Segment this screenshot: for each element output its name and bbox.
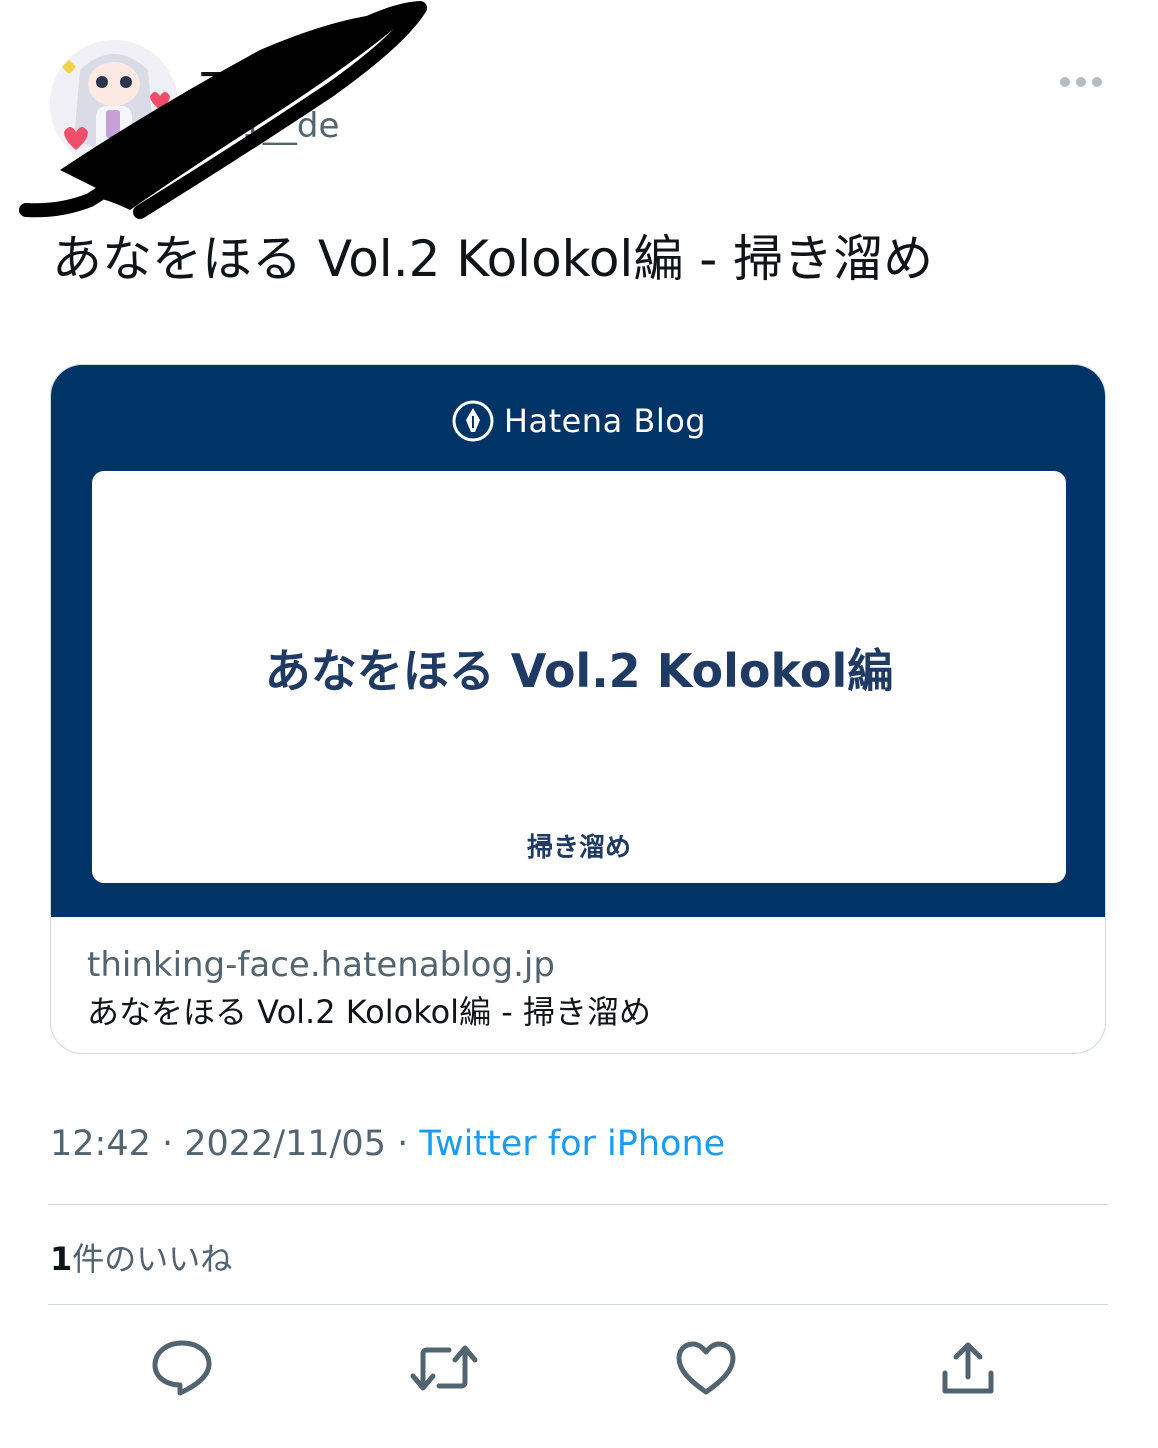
- like-button[interactable]: [670, 1332, 742, 1404]
- more-options-button[interactable]: [1050, 62, 1112, 102]
- divider: [48, 1204, 1108, 1205]
- share-button[interactable]: [932, 1332, 1004, 1404]
- more-icon: [1060, 77, 1102, 87]
- link-card[interactable]: Hatena Blog あなをほる Vol.2 Kolokol編 掃き溜め th…: [50, 364, 1106, 1054]
- likes-label: 件のいいね: [72, 1240, 233, 1278]
- retweet-button[interactable]: [408, 1332, 480, 1404]
- retweet-icon: [410, 1345, 478, 1391]
- preview-title: あなをほる Vol.2 Kolokol編: [264, 644, 894, 698]
- tweet-text: あなをほる Vol.2 Kolokol編 - 掃き溜め: [52, 230, 934, 288]
- card-banner: Hatena Blog あなをほる Vol.2 Kolokol編 掃き溜め: [51, 365, 1105, 917]
- divider: [48, 1304, 1108, 1305]
- card-title: あなをほる Vol.2 Kolokol編 - 掃き溜め: [87, 993, 651, 1031]
- tweet-source-link[interactable]: Twitter for iPhone: [419, 1124, 725, 1164]
- pen-nib-icon: [452, 400, 494, 442]
- tweet-meta: 12:42 · 2022/11/05 · Twitter for iPhone: [50, 1124, 725, 1164]
- tweet-timestamp: 12:42 · 2022/11/05 ·: [50, 1124, 420, 1164]
- likes-count: 1: [50, 1240, 73, 1278]
- redaction-scribble: [19, 1, 427, 219]
- hatena-blog-logo: Hatena Blog: [51, 399, 1105, 443]
- likes-summary[interactable]: 1件のいいね: [50, 1234, 232, 1280]
- preview-blog-name: 掃き溜め: [526, 833, 631, 863]
- share-icon: [942, 1342, 994, 1394]
- like-icon: [676, 1341, 736, 1395]
- hatena-brand-text: Hatena Blog: [503, 402, 707, 440]
- card-domain: thinking-face.hatenablog.jp: [87, 945, 555, 985]
- reply-icon: [152, 1340, 212, 1396]
- reply-button[interactable]: [146, 1332, 218, 1404]
- card-preview-image: あなをほる Vol.2 Kolokol編 掃き溜め: [92, 471, 1066, 883]
